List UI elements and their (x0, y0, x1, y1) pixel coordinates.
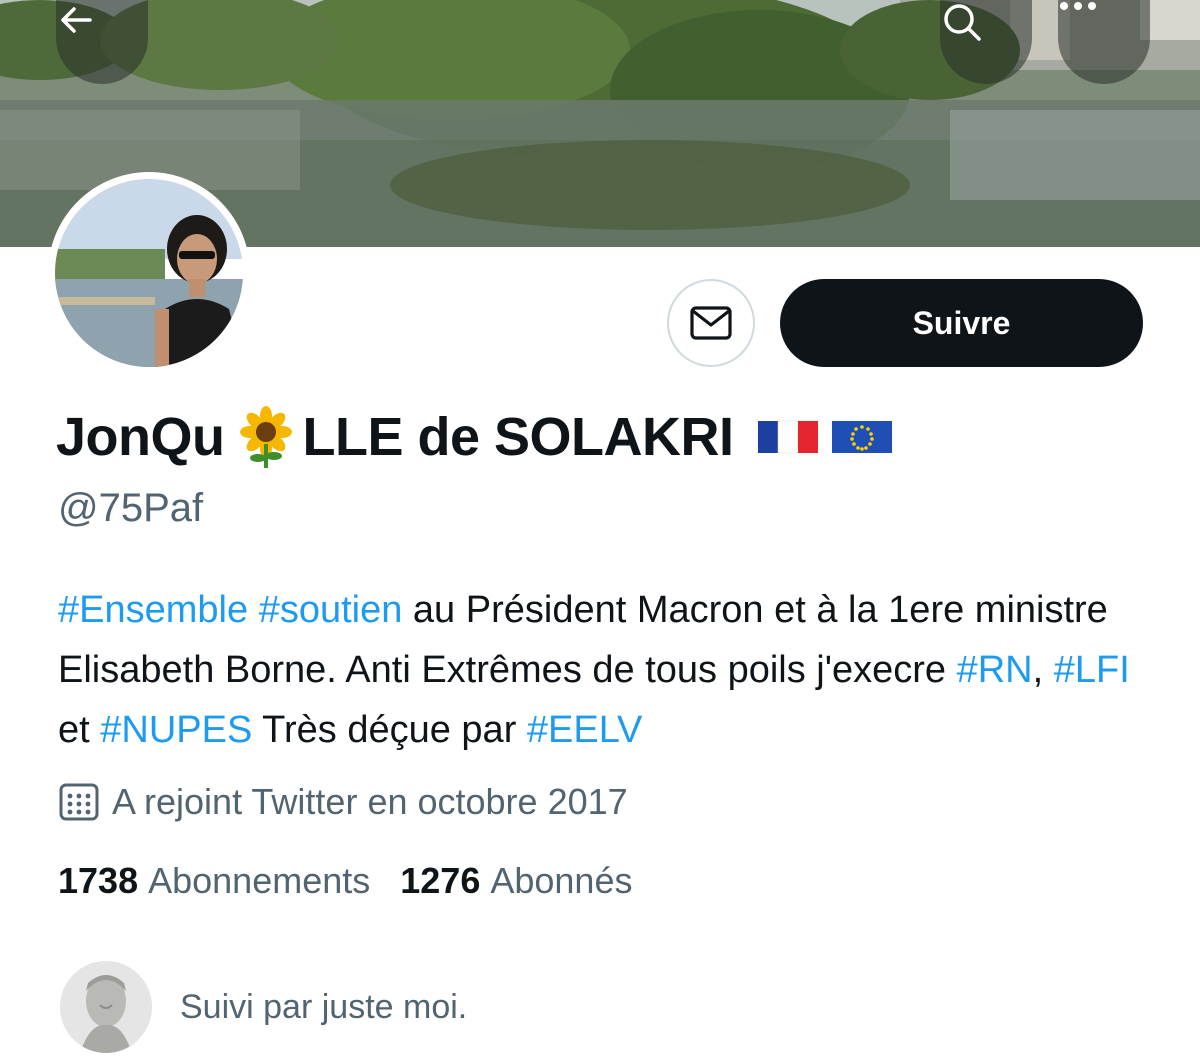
arrow-left-icon (61, 7, 92, 33)
hashtag-link[interactable]: #Ensemble (58, 589, 248, 631)
bio-text: Très déçue par (252, 709, 527, 751)
envelope-icon (690, 306, 732, 340)
followers-label: Abonnés (490, 860, 633, 901)
flag-european-union-icon (831, 421, 892, 453)
followed-by[interactable]: Suivi par juste moi. (60, 961, 468, 1053)
hashtag-link[interactable]: #soutien (259, 589, 403, 631)
joined-text: A rejoint Twitter en octobre 2017 (112, 781, 628, 822)
follow-stats: 1738 Abonnements 1276 Abonnés (58, 860, 632, 902)
hashtag-link[interactable]: #NUPES (100, 709, 252, 751)
bio-text: , (1032, 649, 1054, 691)
followed-by-text: Suivi par juste moi. (180, 987, 468, 1026)
display-name-part2: LLE de SOLAKRI (302, 407, 735, 467)
hashtag-link[interactable]: #LFI (1054, 649, 1130, 691)
following-count: 1738 (58, 860, 139, 901)
more-horizontal-icon (1060, 2, 1096, 10)
followers-link[interactable]: 1276 Abonnés (400, 860, 632, 902)
message-button[interactable] (667, 279, 755, 367)
hashtag-link[interactable]: #RN (957, 649, 1033, 691)
following-link[interactable]: 1738 Abonnements (58, 860, 370, 902)
joined-date: A rejoint Twitter en octobre 2017 (58, 776, 628, 828)
following-label: Abonnements (148, 860, 371, 901)
flag-france-icon (757, 420, 818, 454)
bio-text: et (58, 709, 101, 751)
follow-button[interactable]: Suivre (780, 279, 1143, 367)
profile-handle: @75Paf (58, 486, 204, 530)
search-icon (944, 4, 981, 41)
follower-avatar (60, 961, 152, 1053)
avatar-photo (55, 179, 243, 367)
profile-avatar[interactable] (48, 172, 250, 374)
display-name-part1: JonQu (56, 407, 225, 467)
sunflower-icon (239, 406, 292, 468)
display-name: JonQu LLE de SOLAKRI (56, 402, 892, 472)
bio-text (248, 589, 259, 631)
followers-count: 1276 (400, 860, 481, 901)
profile-bio: #Ensemble #soutien au Président Macron e… (58, 580, 1168, 760)
hashtag-link[interactable]: #EELV (527, 709, 642, 751)
calendar-icon (59, 783, 99, 821)
